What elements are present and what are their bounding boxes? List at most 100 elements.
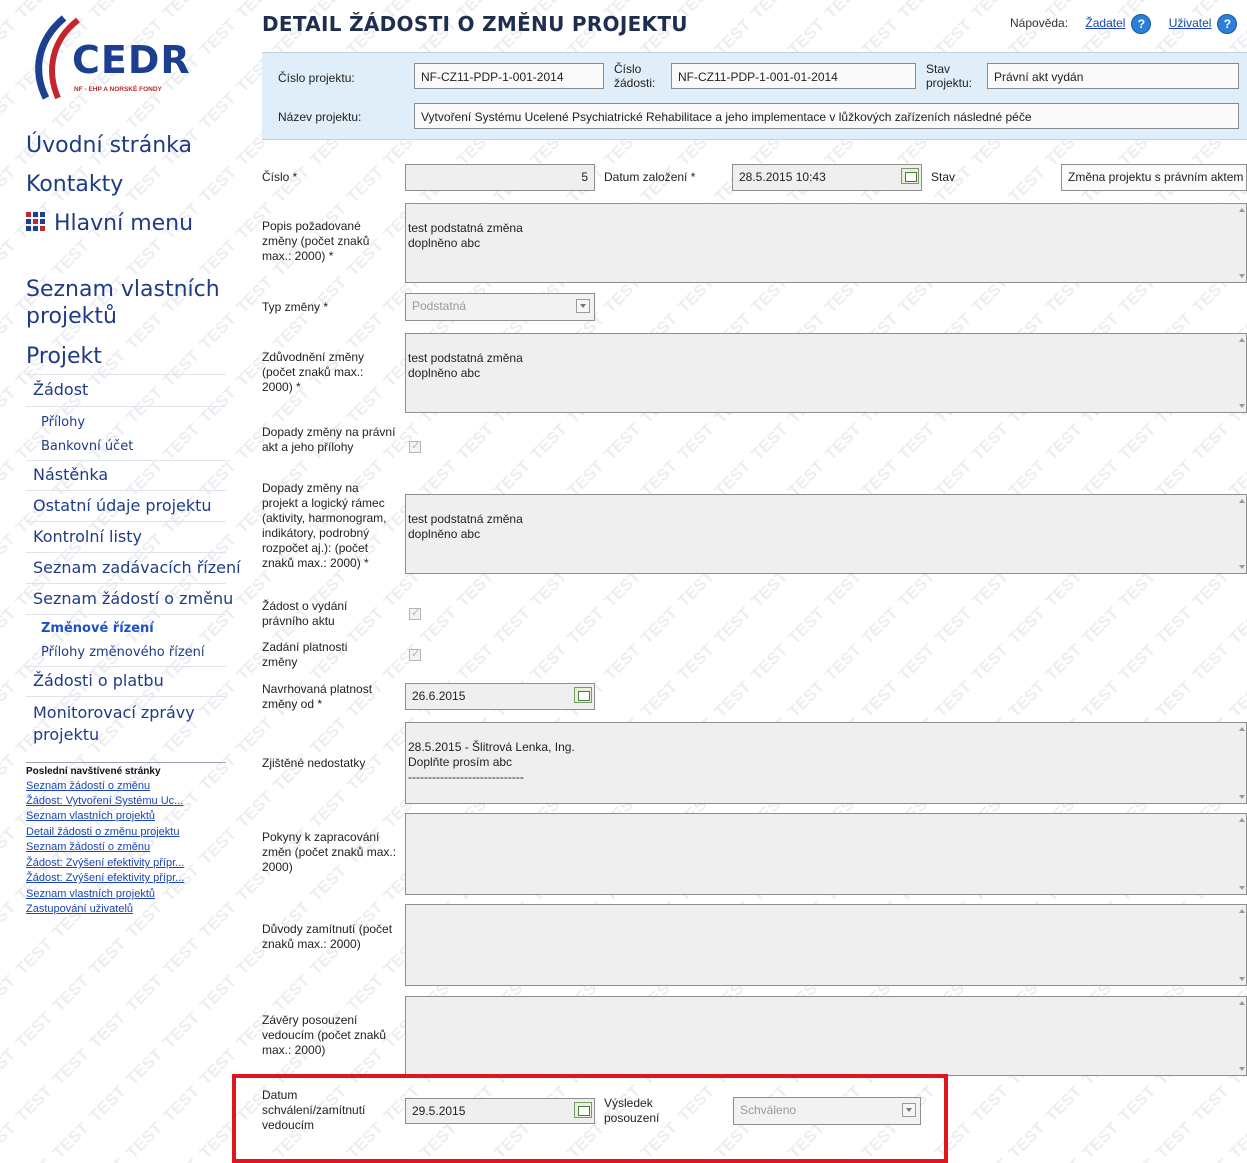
- impact-project-label: Dopady změny na projekt a logický rámec …: [262, 481, 387, 570]
- justification-label: Zdůvodnění změny (počet znaků max.: 2000…: [262, 350, 365, 394]
- recent-link[interactable]: Zastupování uživatelů: [26, 902, 221, 916]
- nav-change-requests[interactable]: Seznam žádostí o změnu: [33, 589, 233, 608]
- cedr-logo[interactable]: CEDR NF - EHP A NORSKÉ FONDY: [24, 10, 224, 110]
- nav-project[interactable]: Projekt: [26, 343, 102, 370]
- nav-bank-account[interactable]: Bankovní účet: [41, 439, 133, 454]
- logo-subtitle: NF - EHP A NORSKÉ FONDY: [74, 86, 162, 93]
- legal-act-request-label: Žádost o vydání právního aktu: [262, 599, 348, 628]
- nav-dashboard[interactable]: Nástěnka: [33, 465, 108, 484]
- request-number-label: Číslo žádosti:: [614, 62, 656, 90]
- result-label: Výsledek posouzení: [604, 1096, 660, 1125]
- chevron-down-icon[interactable]: [576, 299, 590, 313]
- nav-change-attachments[interactable]: Přílohy změnového řízení: [41, 645, 205, 660]
- nav-checklists[interactable]: Kontrolní listy: [33, 527, 142, 546]
- logo-text: CEDR: [72, 38, 191, 82]
- calendar-icon[interactable]: [574, 687, 592, 703]
- type-select[interactable]: Podstatná: [405, 293, 595, 321]
- type-value: Podstatná: [412, 299, 467, 313]
- grid-menu-icon: [26, 212, 45, 231]
- nav-own-projects[interactable]: Seznam vlastních projektů: [26, 276, 226, 330]
- help-area: Nápověda: Žadatel? Uživatel?: [1010, 14, 1238, 34]
- recent-link[interactable]: Seznam vlastních projektů: [26, 809, 221, 823]
- nav-request[interactable]: Žádost: [33, 380, 88, 399]
- project-name-field: Vytvoření Systému Ucelené Psychiatrické …: [414, 103, 1239, 129]
- nav-other-data[interactable]: Ostatní údaje projektu: [33, 496, 212, 515]
- help-applicant-link[interactable]: Žadatel: [1085, 16, 1125, 30]
- divider: [26, 460, 226, 461]
- rejection-label: Důvody zamítnutí (počet znaků max.: 2000…: [262, 922, 393, 951]
- justification-value: test podstatná změna doplněno abc: [408, 351, 523, 380]
- impact-project-value: test podstatná změna doplněno abc: [408, 512, 523, 541]
- description-textarea[interactable]: test podstatná změna doplněno abc: [405, 203, 1247, 283]
- type-label: Typ změny *: [262, 300, 329, 314]
- project-state-label: Stav projektu:: [926, 62, 973, 90]
- scrollbar[interactable]: [1238, 905, 1246, 985]
- nav-change-procedure[interactable]: Změnové řízení: [41, 621, 154, 636]
- project-number-label: Číslo projektu:: [278, 71, 355, 85]
- approval-date-value: 29.5.2015: [412, 1104, 466, 1118]
- help-icon[interactable]: ?: [1131, 14, 1152, 34]
- divider: [26, 614, 226, 615]
- rejection-textarea[interactable]: [405, 904, 1247, 986]
- project-state-field: Právní akt vydán: [987, 63, 1239, 89]
- divider: [26, 490, 226, 491]
- help-icon[interactable]: ?: [1217, 14, 1238, 34]
- result-select[interactable]: Schváleno: [733, 1097, 921, 1125]
- nav-monitoring-reports[interactable]: Monitorovací zprávy projektu: [33, 702, 213, 746]
- conclusions-label: Závěry posouzení vedoucím (počet znaků m…: [262, 1013, 387, 1057]
- deficiencies-textarea[interactable]: 28.5.2015 - Šlitrová Lenka, Ing. Doplňte…: [405, 722, 1247, 804]
- recent-link[interactable]: Seznam žádostí o změnu: [26, 840, 221, 854]
- created-date-value: 28.5.2015 10:43: [739, 170, 826, 184]
- recent-link[interactable]: Žádost: Zvýšení efektivity přípr...: [26, 856, 221, 870]
- chevron-down-icon[interactable]: [902, 1103, 916, 1117]
- proposed-validity-value: 26.6.2015: [412, 689, 466, 703]
- instructions-textarea[interactable]: [405, 813, 1247, 895]
- validity-entry-checkbox[interactable]: [409, 647, 421, 661]
- conclusions-textarea[interactable]: [405, 996, 1247, 1076]
- nav-procurements[interactable]: Seznam zadávacích řízení: [33, 558, 241, 577]
- number-field[interactable]: 5: [405, 164, 595, 191]
- sidebar: CEDR NF - EHP A NORSKÉ FONDY Úvodní strá…: [0, 0, 241, 1163]
- proposed-validity-field[interactable]: 26.6.2015: [405, 683, 595, 710]
- recent-link[interactable]: Žádost: Zvýšení efektivity přípr...: [26, 871, 221, 885]
- divider: [26, 583, 226, 584]
- created-date-field[interactable]: 28.5.2015 10:43: [732, 164, 922, 191]
- number-label: Číslo *: [262, 170, 298, 184]
- legal-act-request-checkbox[interactable]: [409, 606, 421, 620]
- deficiencies-value: 28.5.2015 - Šlitrová Lenka, Ing. Doplňte…: [408, 740, 575, 784]
- deficiencies-label: Zjištěné nedostatky: [262, 756, 366, 770]
- description-value: test podstatná změna doplněno abc: [408, 221, 523, 250]
- description-label: Popis požadované změny (počet znaků max.…: [262, 219, 370, 263]
- divider: [26, 762, 226, 763]
- help-label: Nápověda:: [1010, 16, 1069, 31]
- impact-project-textarea[interactable]: test podstatná změna doplněno abc: [405, 494, 1247, 574]
- nav-attachments[interactable]: Přílohy: [41, 415, 85, 430]
- scrollbar[interactable]: [1238, 997, 1246, 1075]
- recent-link[interactable]: Seznam žádostí o změnu: [26, 779, 221, 793]
- scrollbar[interactable]: [1238, 723, 1246, 803]
- impact-legal-checkbox[interactable]: [409, 439, 421, 453]
- state-label: Stav: [931, 170, 956, 184]
- scrollbar[interactable]: [1238, 204, 1246, 282]
- justification-textarea[interactable]: test podstatná změna doplněno abc: [405, 333, 1247, 413]
- page-title: DETAIL ŽÁDOSTI O ZMĚNU PROJEKTU: [262, 12, 688, 36]
- project-info-panel: Číslo projektu: NF-CZ11-PDP-1-001-2014 Č…: [262, 52, 1247, 140]
- nav-home[interactable]: Úvodní stránka: [26, 132, 192, 159]
- approval-date-field[interactable]: 29.5.2015: [405, 1098, 595, 1124]
- nav-contacts[interactable]: Kontakty: [26, 171, 123, 198]
- scrollbar[interactable]: [1238, 495, 1246, 573]
- help-user-link[interactable]: Uživatel: [1169, 16, 1212, 30]
- recent-link[interactable]: Detail žádosti o změnu projektu: [26, 825, 221, 839]
- result-value: Schváleno: [740, 1103, 797, 1117]
- scrollbar[interactable]: [1238, 814, 1246, 894]
- calendar-icon[interactable]: [901, 168, 919, 184]
- scrollbar[interactable]: [1238, 334, 1246, 412]
- nav-main-menu[interactable]: Hlavní menu: [26, 210, 193, 237]
- divider: [26, 666, 226, 667]
- proposed-validity-label: Navrhovaná platnost změny od *: [262, 682, 373, 711]
- recent-link[interactable]: Seznam vlastních projektů: [26, 887, 221, 901]
- nav-payment-requests[interactable]: Žádosti o platbu: [33, 671, 164, 690]
- calendar-icon[interactable]: [574, 1102, 592, 1118]
- impact-legal-label: Dopady změny na právní akt a jeho příloh…: [262, 425, 396, 454]
- recent-link[interactable]: Žádost: Vytvoření Systému Uc...: [26, 794, 221, 808]
